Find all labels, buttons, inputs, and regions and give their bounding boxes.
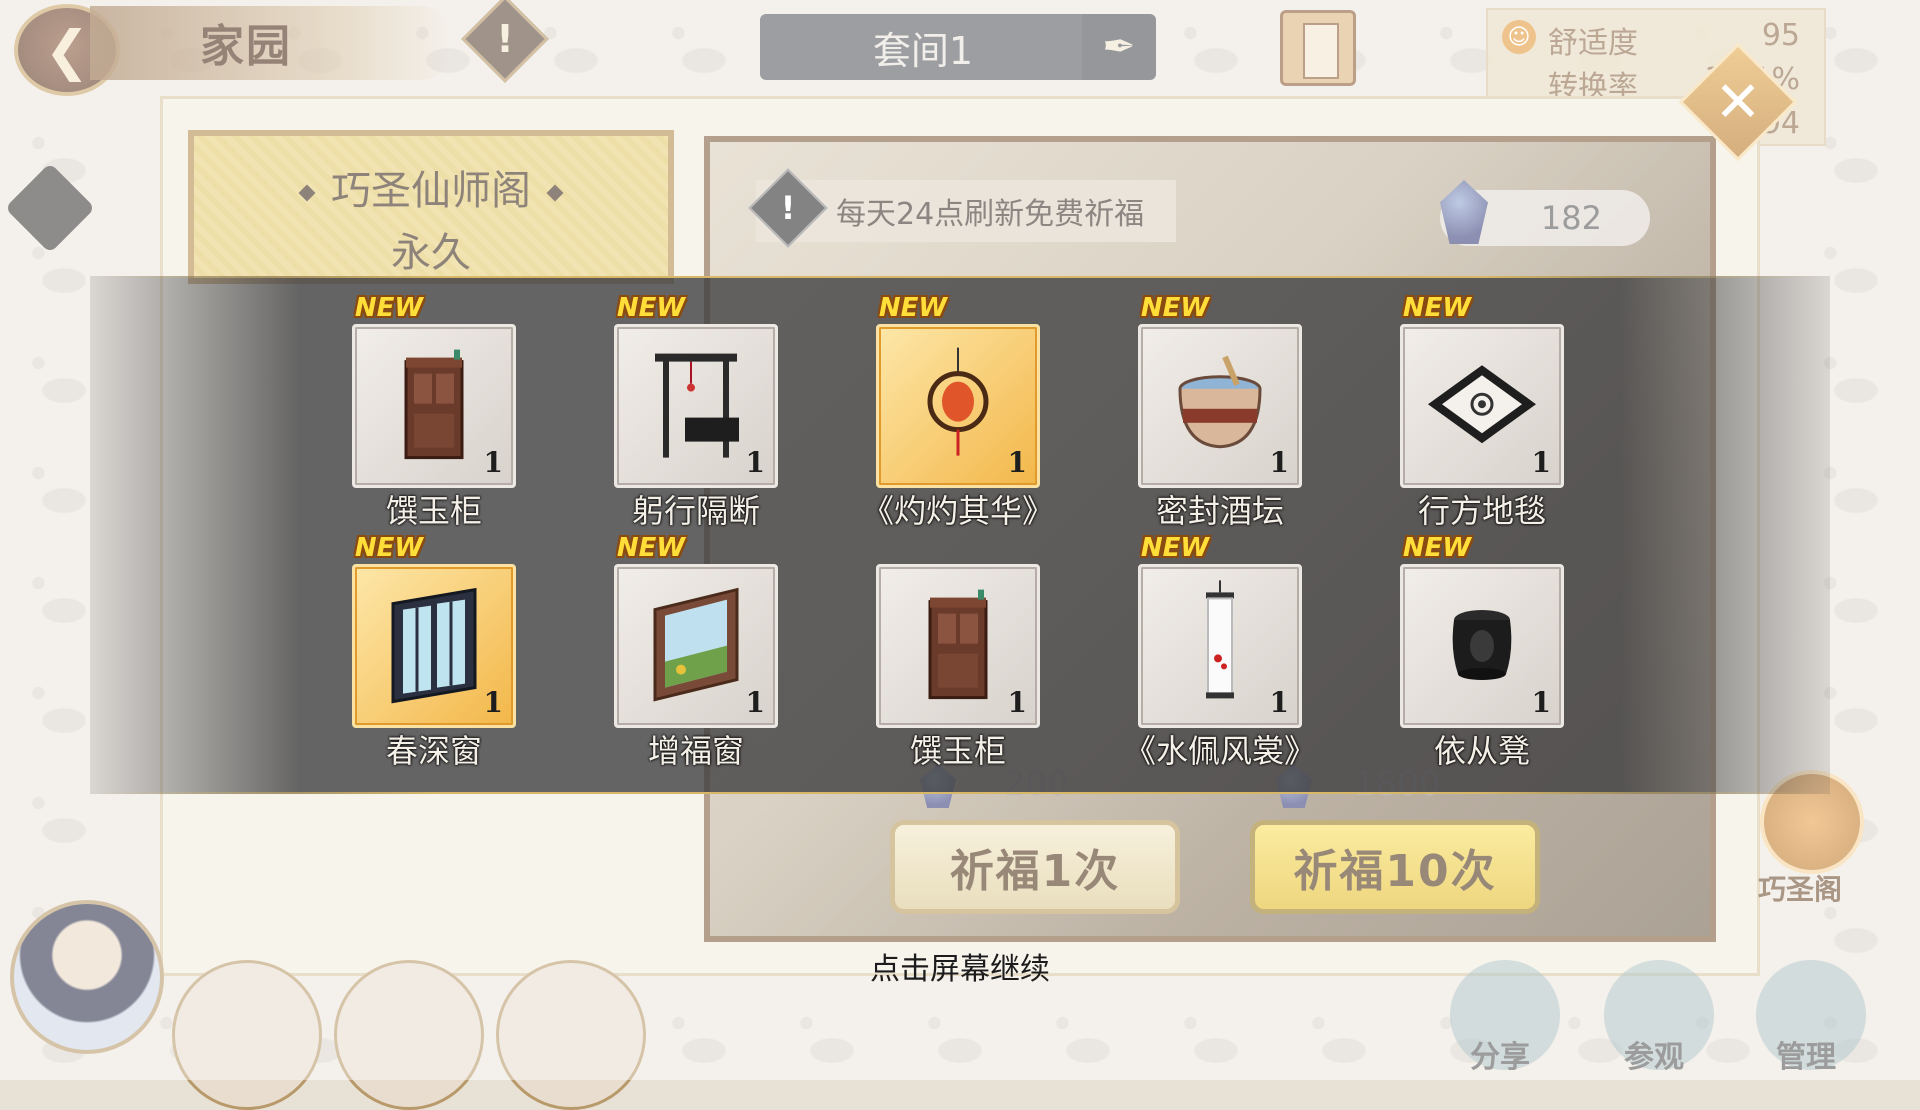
new-badge: NEW: [878, 293, 948, 323]
scroll-painting-icon: [1206, 580, 1234, 699]
reward-item[interactable]: 1: [1138, 324, 1302, 488]
window-icon: [391, 587, 477, 704]
item-name: 密封酒坛: [1155, 492, 1284, 530]
new-badge: NEW: [616, 533, 686, 563]
reward-item[interactable]: 1: [1400, 324, 1564, 488]
item-name: 《灼灼其华》: [861, 492, 1054, 530]
continue-hint[interactable]: 点击屏幕继续: [0, 944, 1920, 988]
new-badge: NEW: [354, 533, 424, 563]
cabinet-icon: [404, 349, 464, 460]
item-name: 增福窗: [647, 732, 744, 770]
item-qty: 1: [1269, 686, 1289, 719]
item-qty: 1: [483, 446, 503, 479]
item-qty: 1: [483, 686, 503, 719]
reward-item[interactable]: 1: [1138, 564, 1302, 728]
item-name: 馔玉柜: [909, 732, 1006, 770]
new-badge: NEW: [1402, 533, 1472, 563]
hanging-ornament-icon: [927, 347, 989, 456]
reward-item[interactable]: 1: [352, 564, 516, 728]
item-qty: 1: [1007, 686, 1027, 719]
item-name: 馔玉柜: [385, 492, 482, 530]
new-badge: NEW: [1140, 533, 1210, 563]
item-qty: 1: [1531, 446, 1551, 479]
item-qty: 1: [1269, 446, 1289, 479]
item-name: 躬行隔断: [631, 492, 760, 530]
item-qty: 1: [1531, 686, 1551, 719]
item-qty: 1: [745, 686, 765, 719]
reward-item[interactable]: 1: [614, 324, 778, 488]
item-name: 春深窗: [385, 732, 482, 770]
item-name: 《水佩风裳》: [1123, 732, 1316, 770]
reward-item[interactable]: 1: [352, 324, 516, 488]
cabinet-icon: [928, 589, 988, 700]
item-name: 行方地毯: [1417, 492, 1546, 530]
new-badge: NEW: [616, 293, 686, 323]
new-badge: NEW: [354, 293, 424, 323]
reward-item[interactable]: 1: [1400, 564, 1564, 728]
wine-jar-icon: [1178, 355, 1262, 449]
reward-item[interactable]: 1: [876, 324, 1040, 488]
framed-window-icon: [653, 587, 739, 702]
reward-item[interactable]: 1: [876, 564, 1040, 728]
new-badge: NEW: [1140, 293, 1210, 323]
rug-icon: [1428, 365, 1536, 444]
new-badge: NEW: [1402, 293, 1472, 323]
item-qty: 1: [745, 446, 765, 479]
item-qty: 1: [1007, 446, 1027, 479]
item-name: 依从凳: [1433, 732, 1530, 770]
partition-icon: [655, 353, 739, 458]
stool-icon: [1452, 610, 1512, 680]
reward-item[interactable]: 1: [614, 564, 778, 728]
